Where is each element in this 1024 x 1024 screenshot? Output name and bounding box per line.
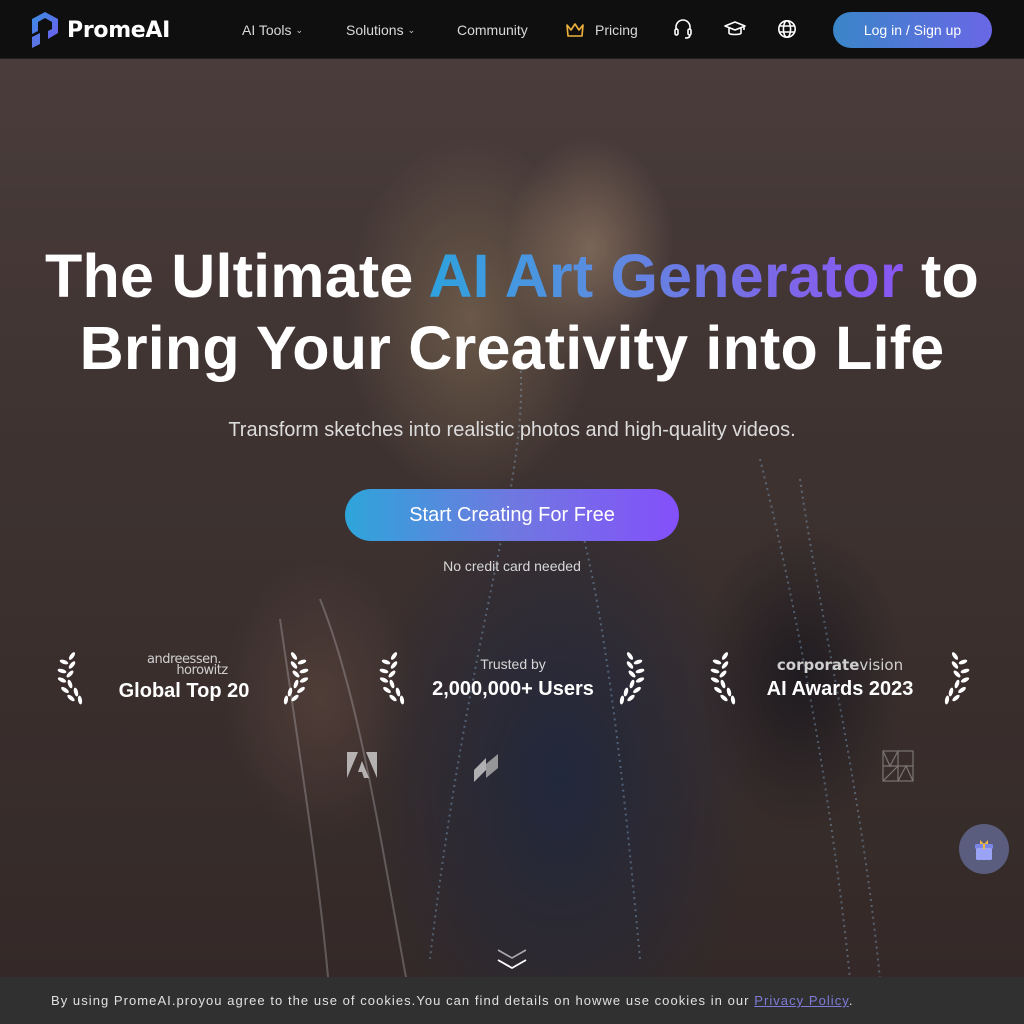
award-title: AI Awards 2023	[766, 678, 914, 700]
cv-logo-light: vision	[859, 656, 904, 674]
graduation-cap-icon	[724, 21, 746, 36]
hero-title-part2: to	[903, 242, 979, 310]
award-users: Trusted by 2,000,000+ Users	[378, 650, 648, 710]
laurel-right-icon	[618, 652, 646, 706]
nav-solutions-label: Solutions	[346, 21, 404, 38]
cv-logo-bold: corporate	[776, 656, 860, 674]
cookie-banner: By using PromeAI.proyou agree to the use…	[0, 977, 1024, 1024]
award-users-content: Trusted by 2,000,000+ Users	[418, 656, 608, 701]
hero-title-line2: Bring Your Creativity into Life	[79, 314, 945, 382]
promeai-logo-icon	[32, 12, 58, 48]
top-navbar: PromeAI AI Tools ⌄ Solutions ⌄ Community…	[0, 0, 1024, 59]
nav-ai-tools[interactable]: AI Tools ⌄	[242, 0, 303, 59]
laurel-left-icon	[56, 652, 84, 706]
corporate-vision-logo: corporatevision	[749, 656, 931, 674]
a16z-logo-line2: horowitz	[176, 663, 228, 678]
adobe-logo	[347, 752, 377, 778]
hero-title-part1: The Ultimate	[45, 242, 429, 310]
award-title: 2,000,000+ Users	[432, 678, 594, 700]
nav-solutions[interactable]: Solutions ⌄	[346, 0, 415, 59]
support-button[interactable]	[672, 18, 694, 40]
cookie-text: By using PromeAI.proyou agree to the use…	[51, 993, 755, 1008]
hero-title: The Ultimate AI Art Generator to Bring Y…	[0, 240, 1024, 384]
award-caption: Trusted by	[480, 656, 546, 672]
laurel-right-icon	[282, 652, 310, 706]
brand-logo-2	[474, 754, 498, 782]
hero-background-image	[0, 59, 1024, 1024]
globe-icon	[778, 20, 796, 38]
laurel-right-icon	[943, 652, 971, 706]
nav-community-label: Community	[457, 21, 528, 38]
hero-title-highlight: AI Art Generator	[428, 242, 904, 310]
award-corporate-vision: corporatevision AI Awards 2023	[709, 650, 974, 710]
login-signup-button[interactable]: Log in / Sign up	[833, 12, 992, 48]
chevron-down-icon: ⌄	[295, 24, 304, 35]
award-cv-content: corporatevision AI Awards 2023	[749, 656, 931, 701]
hero-subtitle: Transform sketches into realistic photos…	[228, 419, 796, 441]
scroll-down-chevron-icon[interactable]	[497, 946, 527, 974]
nav-ai-tools-label: AI Tools	[242, 21, 292, 38]
tutorials-button[interactable]	[724, 18, 746, 40]
cookie-text-end: .	[848, 993, 854, 1008]
no-credit-card-note: No credit card needed	[443, 558, 581, 574]
crown-icon	[566, 22, 584, 37]
gift-button[interactable]	[959, 824, 1009, 874]
award-a16z-content: andreessen. horowitz Global Top 20	[96, 653, 272, 703]
gift-icon	[975, 840, 993, 860]
award-a16z: andreessen. horowitz Global Top 20	[56, 650, 314, 710]
award-title: Global Top 20	[118, 680, 250, 702]
nav-pricing[interactable]: Pricing	[565, 0, 638, 59]
brand-logo[interactable]: PromeAI	[31, 11, 170, 49]
brand-name: PromeAI	[67, 17, 171, 43]
brand-logo-3	[882, 750, 914, 782]
chevron-down-icon: ⌄	[407, 24, 416, 35]
andreessen-horowitz-logo: andreessen. horowitz	[96, 653, 272, 678]
privacy-policy-link[interactable]: Privacy Policy	[754, 993, 849, 1008]
cookie-message: By using PromeAI.proyou agree to the use…	[51, 993, 854, 1008]
nav-pricing-label: Pricing	[595, 21, 638, 38]
language-button[interactable]	[776, 18, 798, 40]
laurel-left-icon	[709, 652, 737, 706]
headset-icon	[674, 19, 692, 39]
laurel-left-icon	[378, 652, 406, 706]
start-creating-button[interactable]: Start Creating For Free	[345, 489, 679, 541]
nav-community[interactable]: Community	[457, 0, 528, 59]
